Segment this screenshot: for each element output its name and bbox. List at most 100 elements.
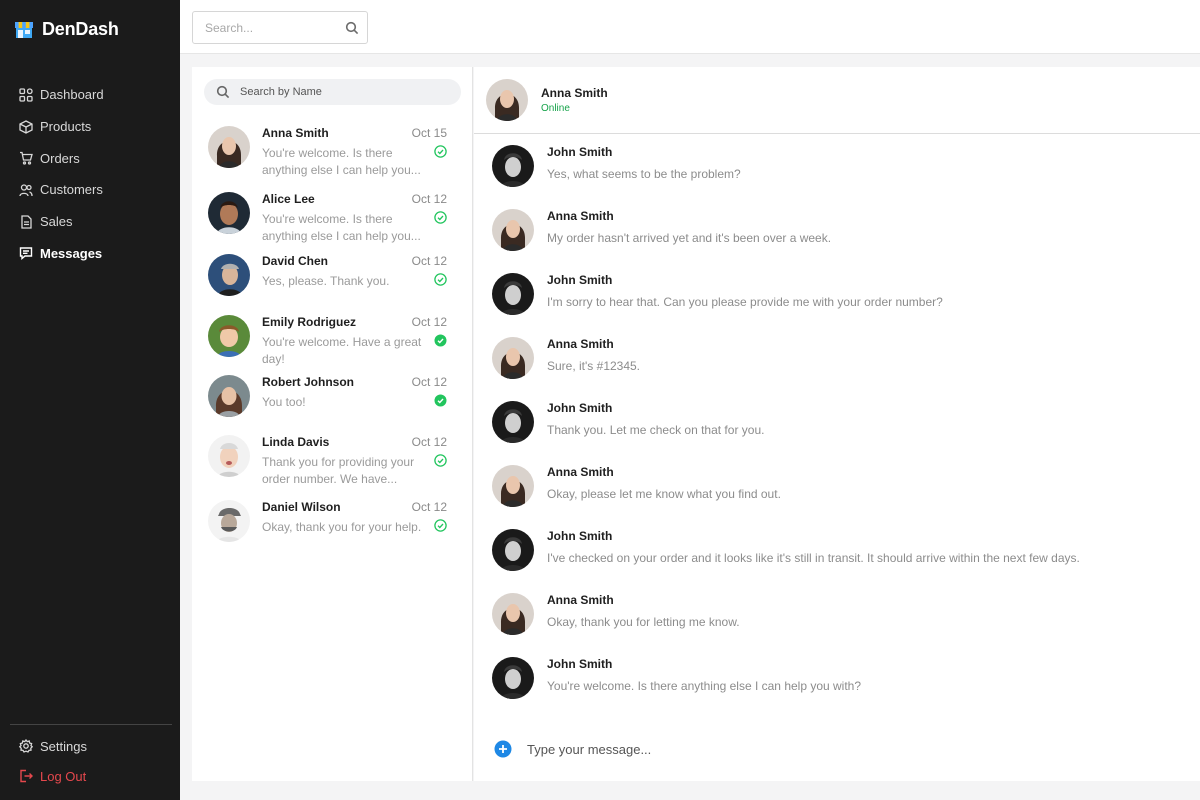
message-icon — [19, 247, 33, 261]
read-check-icon — [434, 454, 447, 467]
nav-item-label: Messages — [40, 245, 103, 261]
chat-message: John Smith You're welcome. Is there anyt… — [492, 657, 1182, 699]
avatar — [208, 375, 250, 417]
message-text: You're welcome. Is there anything else I… — [547, 679, 862, 693]
unread-check-icon — [434, 394, 447, 407]
avatar — [492, 465, 534, 507]
contact-search — [204, 79, 461, 105]
message-text: I'm sorry to hear that. Can you please p… — [547, 295, 943, 309]
nav-item-products[interactable]: Products — [0, 111, 180, 143]
nav-item-label: Orders — [40, 150, 80, 166]
cart-icon — [20, 152, 33, 165]
contact-item[interactable]: Linda Davis Oct 12 Thank you for providi… — [208, 435, 458, 486]
contact-date: Oct 12 — [411, 192, 447, 206]
message-text: Sure, it's #12345. — [547, 359, 641, 373]
contact-name: Anna Smith — [262, 126, 329, 140]
main-nav: Dashboard Products Orders Customers Sale… — [0, 79, 180, 269]
contact-item[interactable]: Emily Rodriguez Oct 12 You're welcome. H… — [208, 315, 458, 366]
contact-name: Emily Rodriguez — [262, 315, 357, 329]
plus-circle-icon[interactable] — [494, 740, 512, 758]
nav-item-customers[interactable]: Customers — [0, 174, 180, 206]
contact-date: Oct 12 — [411, 500, 447, 514]
message-author: John Smith — [547, 273, 613, 287]
chat-message: Anna Smith My order hasn't arrived yet a… — [492, 209, 1182, 251]
contact-date: Oct 12 — [411, 375, 447, 389]
contact-item[interactable]: Robert Johnson Oct 12 You too! — [208, 375, 458, 419]
brand[interactable]: DenDash — [14, 19, 119, 40]
message-author: John Smith — [547, 529, 613, 543]
message-text: Thank you. Let me check on that for you. — [547, 423, 765, 437]
nav-item-sales[interactable]: Sales — [0, 206, 180, 238]
online-status: Online — [541, 103, 570, 114]
avatar — [492, 529, 534, 571]
contact-date: Oct 15 — [411, 126, 447, 140]
contact-date: Oct 12 — [411, 254, 447, 268]
global-search-input[interactable] — [205, 20, 345, 35]
global-search — [192, 11, 368, 44]
avatar — [208, 254, 250, 296]
search-icon[interactable] — [345, 21, 359, 35]
contact-preview: Thank you for providing your order numbe… — [262, 455, 415, 486]
contact-search-input[interactable] — [240, 86, 440, 98]
read-check-icon — [434, 273, 447, 286]
message-author: John Smith — [547, 401, 613, 415]
message-author: John Smith — [547, 145, 613, 159]
contact-item[interactable]: Alice Lee Oct 12 You're welcome. Is ther… — [208, 192, 458, 243]
message-author: Anna Smith — [547, 593, 614, 607]
message-author: Anna Smith — [547, 209, 614, 223]
chat-contact-name: Anna Smith — [541, 86, 608, 100]
chat-panel: Anna Smith Online John Smith Yes, what s… — [474, 67, 1200, 781]
avatar — [492, 657, 534, 699]
contact-name: Alice Lee — [262, 192, 315, 206]
message-author: John Smith — [547, 657, 613, 671]
chat-message: John Smith I'm sorry to hear that. Can y… — [492, 273, 1182, 315]
avatar — [208, 315, 250, 357]
read-check-icon — [434, 519, 447, 532]
sidebar-divider — [10, 724, 172, 725]
logout-button[interactable]: Log Out — [0, 761, 180, 791]
chat-message: Anna Smith Okay, thank you for letting m… — [492, 593, 1182, 635]
logout-label: Log Out — [40, 768, 87, 784]
topbar — [180, 0, 1200, 54]
nav-item-label: Customers — [40, 182, 103, 198]
contact-preview: You're welcome. Is there anything else I… — [262, 146, 421, 177]
contact-date: Oct 12 — [411, 315, 447, 329]
box-icon — [19, 119, 33, 134]
message-author: Anna Smith — [547, 337, 614, 351]
chat-message: John Smith Thank you. Let me check on th… — [492, 401, 1182, 443]
message-author: Anna Smith — [547, 465, 614, 479]
document-icon — [21, 214, 32, 229]
message-text: Yes, what seems to be the problem? — [547, 167, 741, 181]
avatar — [208, 126, 250, 168]
avatar — [492, 209, 534, 251]
users-icon — [19, 184, 33, 197]
chat-header: Anna Smith Online — [474, 67, 1200, 134]
avatar — [208, 192, 250, 234]
contact-item[interactable]: Daniel Wilson Oct 12 Okay, thank you for… — [208, 500, 458, 544]
contact-item[interactable]: David Chen Oct 12 Yes, please. Thank you… — [208, 254, 458, 298]
contact-item[interactable]: Anna Smith Oct 15 You're welcome. Is the… — [208, 126, 458, 177]
avatar — [492, 273, 534, 315]
message-text: Okay, thank you for letting me know. — [547, 615, 740, 629]
nav-item-dashboard[interactable]: Dashboard — [0, 79, 180, 111]
nav-item-orders[interactable]: Orders — [0, 142, 180, 174]
nav-item-label: Dashboard — [40, 87, 104, 103]
message-input[interactable] — [527, 741, 1127, 757]
avatar[interactable] — [486, 79, 528, 121]
contact-preview: You're welcome. Have a great day! — [262, 335, 422, 366]
nav-item-messages[interactable]: Messages — [0, 237, 180, 269]
message-text: I've checked on your order and it looks … — [547, 551, 1080, 565]
avatar — [492, 401, 534, 443]
avatar — [492, 145, 534, 187]
logout-icon — [20, 769, 33, 783]
message-text: My order hasn't arrived yet and it's bee… — [547, 231, 832, 245]
contact-preview: Yes, please. Thank you. — [262, 274, 390, 288]
settings-label: Settings — [40, 738, 87, 754]
chat-message: Anna Smith Sure, it's #12345. — [492, 337, 1182, 379]
nav-item-settings[interactable]: Settings — [0, 731, 180, 761]
contact-preview: You too! — [262, 395, 306, 409]
message-text: Okay, please let me know what you find o… — [547, 487, 781, 501]
avatar — [208, 435, 250, 477]
avatar — [492, 593, 534, 635]
message-composer — [494, 739, 1184, 759]
